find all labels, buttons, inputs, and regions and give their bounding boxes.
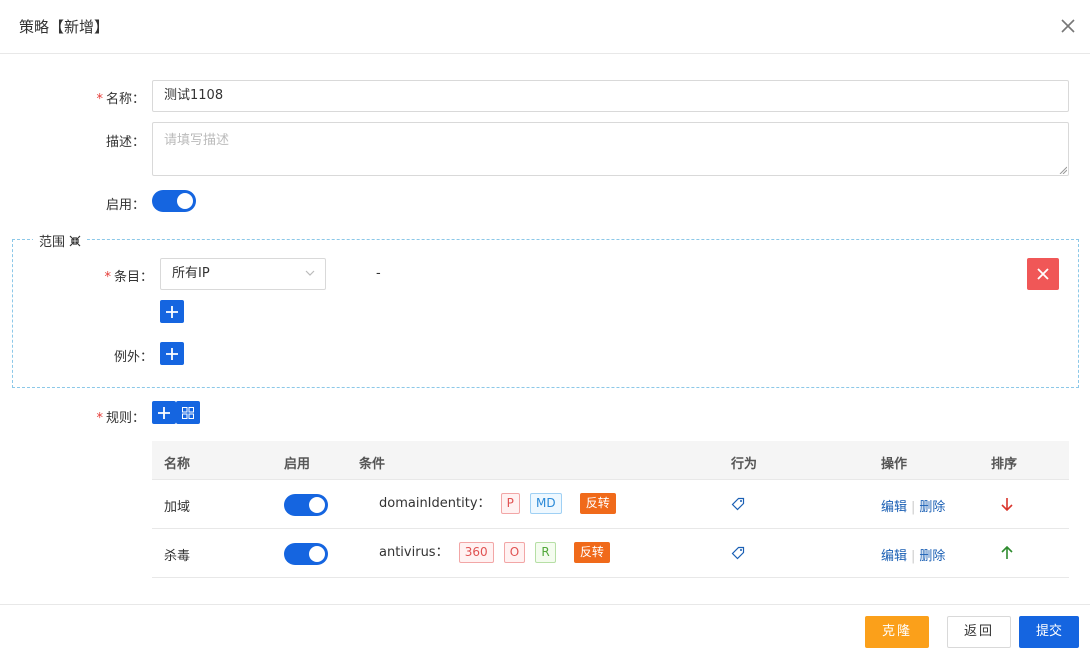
rule-enable-switch[interactable] (284, 543, 328, 565)
condition-tag: MD (530, 493, 562, 514)
plus-icon (166, 348, 178, 360)
th-action: 行为 (731, 457, 758, 472)
condition-tag: O (503, 542, 526, 563)
th-condition: 条件 (359, 457, 386, 472)
th-operation: 操作 (881, 457, 908, 472)
dialog-title: 策略【新增】 (19, 18, 110, 36)
tag-icon[interactable] (731, 497, 745, 511)
plus-icon (158, 407, 170, 419)
chevron-down-icon (305, 270, 315, 276)
tag-icon[interactable] (731, 546, 745, 560)
collapse-icon[interactable] (69, 235, 81, 247)
plus-icon (166, 306, 178, 318)
back-button[interactable]: 返回 (947, 616, 1011, 648)
switch-knob (177, 193, 193, 209)
entry-dash: - (376, 266, 381, 281)
add-rule-button[interactable] (152, 401, 176, 424)
entry-select[interactable]: 所有IP (160, 258, 326, 290)
add-exception-button[interactable] (160, 342, 184, 365)
delete-entry-button[interactable] (1027, 258, 1059, 290)
condition-tag: R (535, 542, 556, 563)
invert-tag: 反转 (579, 493, 616, 514)
rule-grid-button[interactable] (176, 401, 200, 424)
rule-operations: 编辑 | 删除 (881, 500, 946, 515)
grid-icon (182, 407, 194, 419)
rule-name: 加域 (164, 500, 191, 515)
th-enable: 启用 (284, 457, 311, 472)
desc-label: 描述： (105, 135, 145, 150)
delete-link[interactable]: 删除 (919, 500, 945, 515)
switch-knob (309, 497, 325, 513)
arrow-up-icon[interactable] (1000, 546, 1014, 560)
rule-name: 杀毒 (164, 549, 191, 564)
resize-grip-icon[interactable] (1059, 166, 1067, 174)
rule-enable-switch[interactable] (284, 494, 328, 516)
condition-key: domainIdentity： (379, 496, 491, 511)
entry-label: * 条目： (104, 270, 153, 285)
table-row: 杀毒 antivirus： 360 O R 反转 编辑 | 删除 (152, 529, 1069, 578)
dialog-footer: 克隆 返回 提交 (0, 604, 1090, 659)
condition-key: antivirus： (379, 545, 449, 560)
invert-tag: 反转 (573, 542, 610, 563)
scope-title: 范围 (33, 231, 88, 250)
th-name: 名称 (164, 457, 191, 472)
name-input[interactable]: 测试1108 (152, 80, 1069, 112)
condition-tag: 360 (458, 542, 494, 563)
clone-button[interactable]: 克隆 (865, 616, 929, 648)
condition-tag: P (500, 493, 520, 514)
edit-link[interactable]: 编辑 (881, 500, 907, 515)
rule-condition: domainIdentity： P MD 反转 (379, 492, 616, 514)
enable-label: 启用： (105, 198, 145, 213)
switch-knob (309, 546, 325, 562)
close-icon[interactable] (1059, 17, 1077, 35)
rules-label: * 规则： (96, 411, 145, 426)
name-label: * 名称： (96, 92, 145, 107)
enable-switch[interactable] (152, 190, 196, 212)
description-textarea[interactable]: 请填写描述 (152, 122, 1069, 176)
description-placeholder: 请填写描述 (164, 133, 230, 148)
dialog-header: 策略【新增】 (0, 0, 1090, 54)
rule-operations: 编辑 | 删除 (881, 549, 946, 564)
th-sort: 排序 (991, 457, 1018, 472)
close-icon (1037, 268, 1049, 280)
add-entry-button[interactable] (160, 300, 184, 323)
submit-button[interactable]: 提交 (1019, 616, 1079, 648)
delete-link[interactable]: 删除 (919, 549, 945, 564)
edit-link[interactable]: 编辑 (881, 549, 907, 564)
exception-label: 例外： (113, 350, 153, 365)
table-row: 加域 domainIdentity： P MD 反转 编辑 | 删除 (152, 480, 1069, 529)
table-header: 名称 启用 条件 行为 操作 排序 (152, 441, 1069, 480)
arrow-down-icon[interactable] (1000, 497, 1014, 511)
rule-condition: antivirus： 360 O R 反转 (379, 541, 610, 563)
